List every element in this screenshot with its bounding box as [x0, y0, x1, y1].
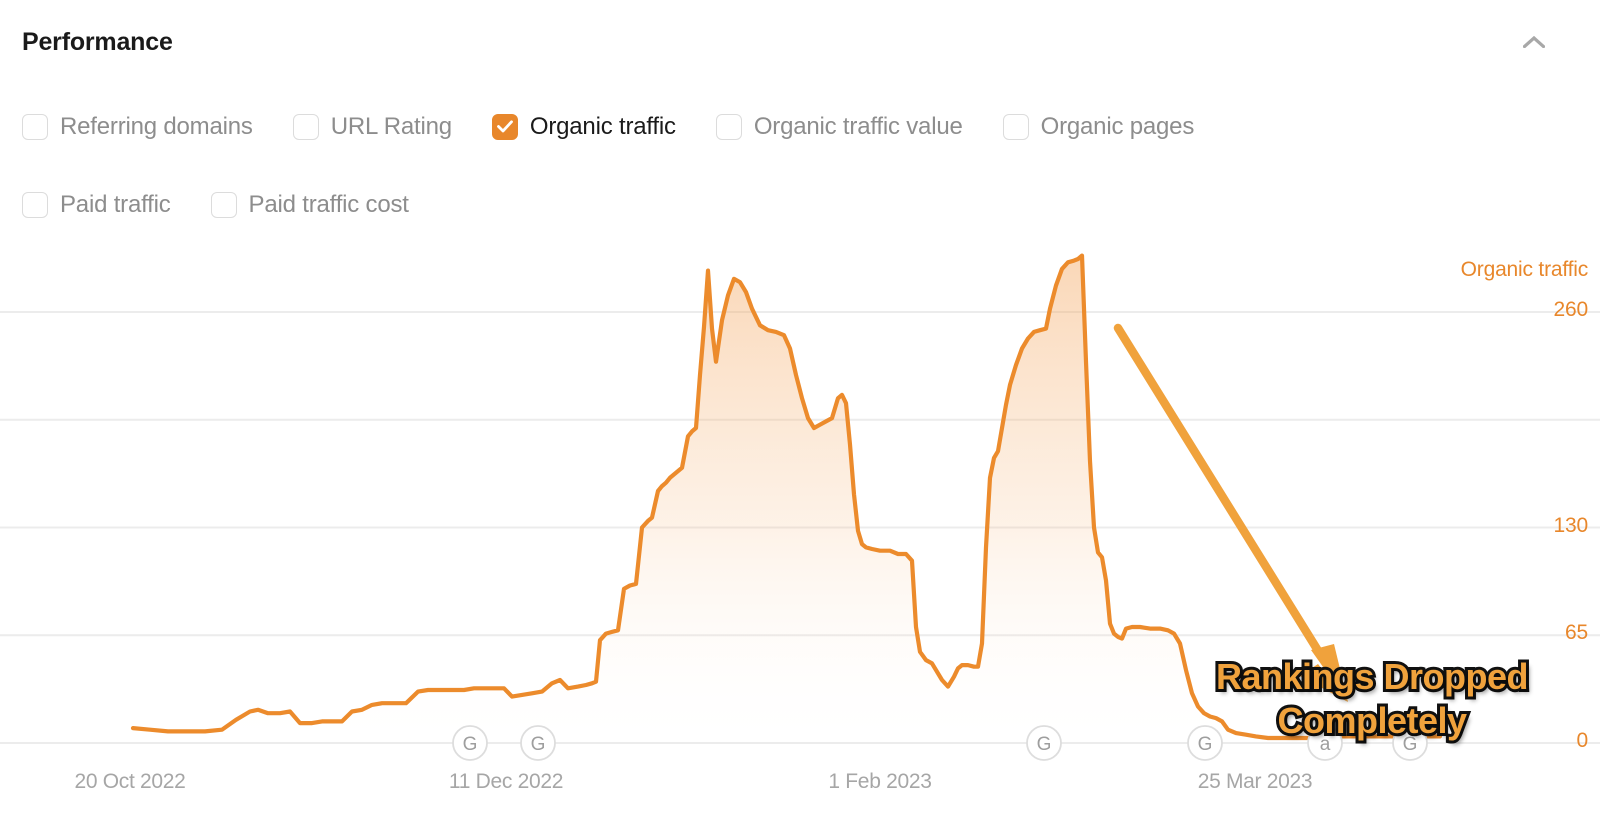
panel-header: Performance [0, 0, 1600, 84]
metric-label: Paid traffic [60, 190, 171, 218]
metric-row-1: Referring domains URL Rating Organic tra… [22, 104, 1522, 149]
x-axis-tick: 11 Dec 2022 [448, 770, 564, 793]
performance-panel: Performance Referring domains URL Rating [0, 0, 1600, 833]
metric-organic-traffic-value[interactable]: Organic traffic value [715, 112, 963, 141]
annotation-callout: Rankings Dropped Completely [1186, 653, 1558, 744]
metric-toggles: Referring domains URL Rating Organic tra… [22, 104, 1522, 227]
x-axis-tick: 25 Mar 2023 [1197, 770, 1313, 793]
x-axis-tick: 20 Oct 2022 [74, 770, 186, 793]
svg-text:G: G [531, 734, 546, 755]
y-axis-tick: 0 [1576, 729, 1589, 752]
metric-label: URL Rating [330, 112, 452, 140]
y-axis-tick: 65 [1565, 621, 1588, 645]
performance-chart[interactable]: Organic traffic GGGGaG Rankings Dropped [0, 240, 1600, 833]
metric-label: Paid traffic cost [248, 190, 409, 218]
google-update-marker[interactable]: G [520, 725, 556, 761]
chevron-up-icon [1523, 36, 1545, 48]
checkbox-url-rating[interactable] [292, 113, 319, 140]
checkbox-organic-traffic-value[interactable] [715, 113, 742, 140]
checkbox-paid-traffic[interactable] [22, 191, 48, 218]
google-update-marker[interactable]: G [1026, 725, 1062, 761]
metric-paid-traffic[interactable]: Paid traffic [22, 191, 171, 219]
metric-organic-traffic[interactable]: Organic traffic [491, 112, 676, 141]
check-icon [496, 120, 513, 133]
svg-text:G: G [1037, 734, 1052, 755]
x-axis-tick: 1 Feb 2023 [828, 770, 932, 793]
checkbox-organic-pages[interactable] [1002, 113, 1029, 140]
page-title: Performance [22, 28, 173, 56]
annotation-line-2: Completely [1274, 697, 1470, 744]
metric-organic-pages[interactable]: Organic pages [1002, 112, 1195, 141]
metric-row-2: Paid traffic Paid traffic cost [22, 182, 1522, 227]
metric-label: Referring domains [60, 112, 253, 140]
checkbox-referring-domains[interactable] [22, 113, 48, 140]
y-axis-tick: 130 [1553, 513, 1589, 537]
google-update-marker[interactable]: G [452, 725, 488, 761]
chart-canvas: GGGGaG [0, 253, 1600, 761]
metric-url-rating[interactable]: URL Rating [292, 112, 452, 141]
checkbox-paid-traffic-cost[interactable] [210, 191, 237, 218]
metric-label: Organic traffic [529, 112, 676, 140]
metric-label: Organic traffic value [753, 112, 963, 140]
metric-label: Organic pages [1040, 112, 1195, 140]
collapse-panel-button[interactable] [1514, 24, 1554, 60]
checkbox-organic-traffic[interactable] [491, 113, 518, 140]
y-axis-tick: 260 [1553, 298, 1589, 321]
annotation-line-1: Rankings Dropped [1213, 653, 1532, 700]
metric-paid-traffic-cost[interactable]: Paid traffic cost [210, 190, 409, 219]
metric-referring-domains[interactable]: Referring domains [22, 113, 253, 141]
svg-text:G: G [463, 734, 478, 755]
